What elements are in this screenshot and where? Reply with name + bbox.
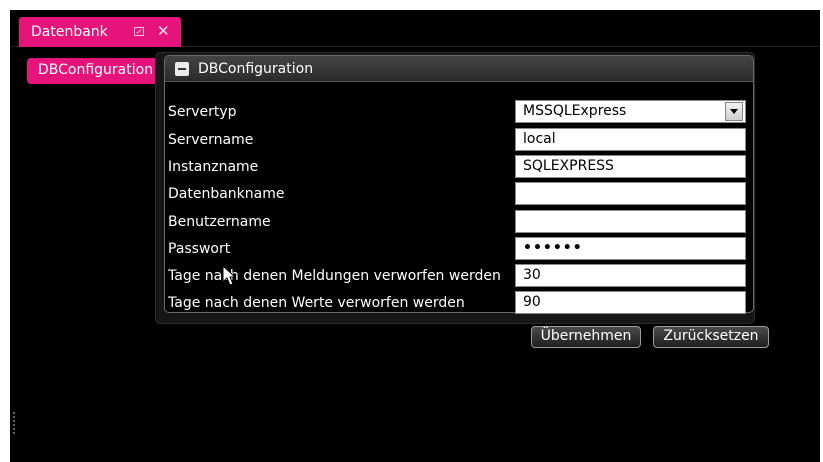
datenbankname-label: Datenbankname <box>168 186 285 202</box>
reset-button[interactable]: Zurücksetzen <box>653 326 769 348</box>
close-icon[interactable]: ✕ <box>157 22 170 40</box>
mouse-cursor-icon <box>222 265 237 286</box>
passwort-field[interactable]: •••••• <box>515 237 746 260</box>
tab-title: Datenbank <box>31 24 108 40</box>
werte-tage-field[interactable]: 90 <box>515 291 746 314</box>
apply-button[interactable]: Übernehmen <box>531 326 641 348</box>
meldungen-tage-label: Tage nach denen Meldungen verworfen werd… <box>168 268 501 284</box>
tab-datenbank[interactable]: Datenbank ✕ <box>19 17 181 47</box>
benutzername-label: Benutzername <box>168 214 271 230</box>
collapse-minus-icon[interactable] <box>175 62 189 76</box>
meldungen-tage-field[interactable]: 30 <box>515 264 746 287</box>
passwort-label: Passwort <box>168 241 231 257</box>
datenbankname-field[interactable] <box>515 182 746 205</box>
subtab-label: DBConfiguration <box>38 62 154 78</box>
benutzername-field[interactable] <box>515 210 746 233</box>
panel-title: DBConfiguration <box>198 61 314 77</box>
servername-label: Servername <box>168 132 254 148</box>
instanzname-label: Instanzname <box>168 159 259 175</box>
servertyp-value: MSSQLExpress <box>523 103 627 119</box>
panel-header: DBConfiguration <box>165 56 753 82</box>
chevron-down-icon[interactable] <box>725 102 743 121</box>
pin-icon[interactable] <box>134 27 144 36</box>
subtab-dbconfiguration[interactable]: DBConfiguration <box>27 58 169 84</box>
resize-handle[interactable] <box>13 412 15 436</box>
servertyp-select[interactable]: MSSQLExpress <box>515 100 746 123</box>
instanzname-field[interactable]: SQLEXPRESS <box>515 155 746 178</box>
servertyp-label: Servertyp <box>168 104 237 120</box>
werte-tage-label: Tage nach denen Werte verworfen werden <box>168 295 465 311</box>
servername-field[interactable]: local <box>515 128 746 151</box>
